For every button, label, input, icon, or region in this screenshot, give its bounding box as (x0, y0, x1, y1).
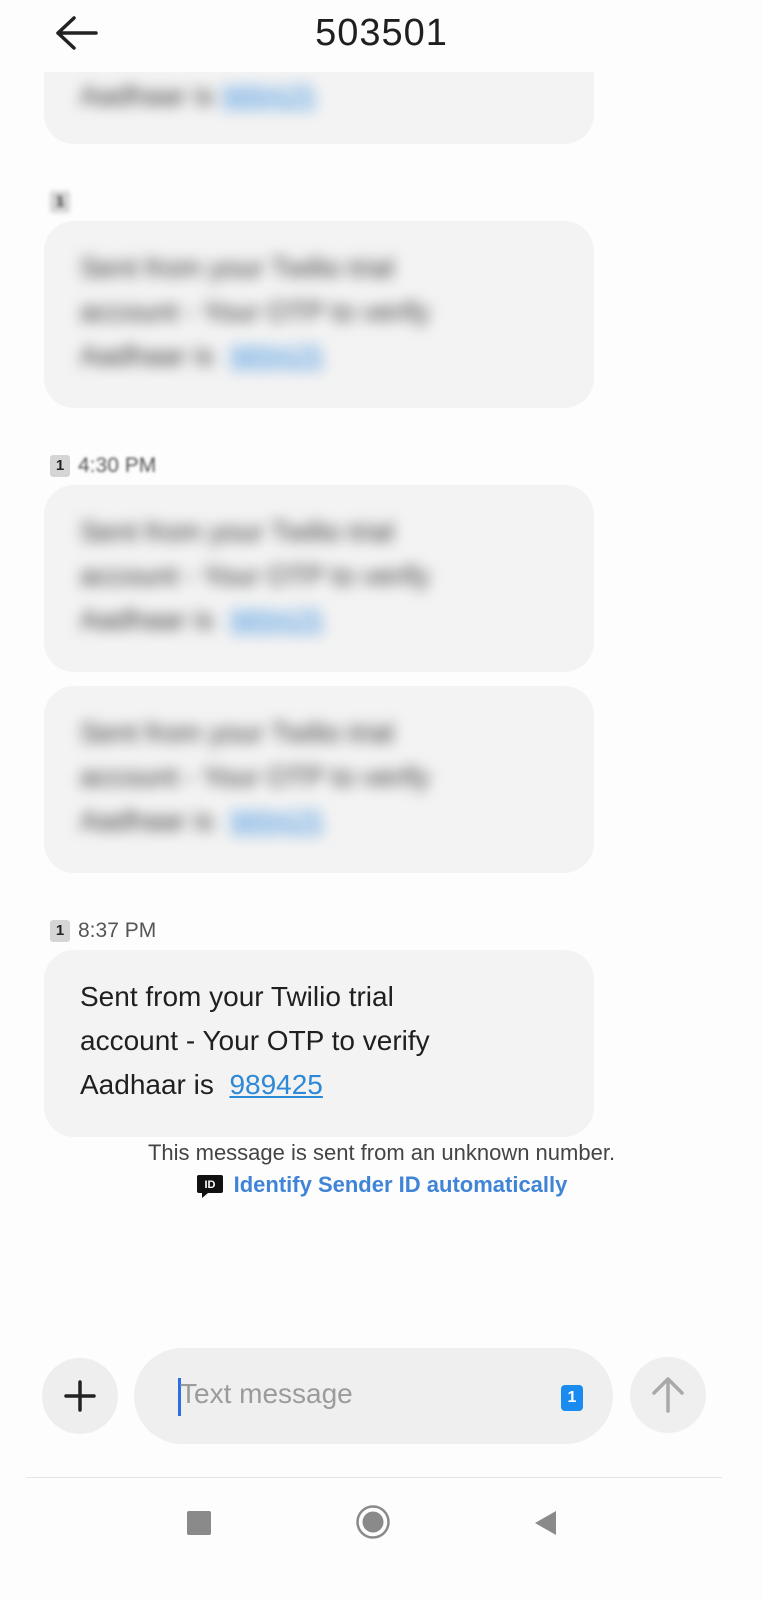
message-bubble[interactable]: Sent from your Twilio trial account - Yo… (44, 686, 594, 873)
message-time: 8:37 PM (78, 919, 157, 942)
app-header: 503501 (0, 0, 763, 72)
attach-button[interactable] (42, 1358, 118, 1434)
triangle-back-icon[interactable] (532, 1509, 558, 1537)
message-text: Sent from your Twilio trial account - Yo… (80, 686, 558, 843)
otp-link[interactable]: 989425 (229, 1069, 322, 1100)
message-meta: 1 (50, 190, 70, 214)
identify-sender-label: Identify Sender ID automatically (233, 1172, 568, 1197)
message-line: Sent from your Twilio trial (80, 981, 394, 1012)
message-line: Sent from your Twilio trial (80, 252, 394, 283)
message-time: 4:30 PM (78, 454, 157, 477)
message-line: Aadhaar is (80, 805, 214, 836)
message-line: Sent from your Twilio trial (80, 717, 394, 748)
otp-link[interactable]: 989425 (229, 340, 322, 371)
message-meta: 1 4:30 PM (50, 454, 156, 478)
message-line: Aadhaar is (80, 80, 214, 111)
sim-badge: 1 (50, 455, 70, 477)
message-bubble[interactable]: Sent from your Twilio trial account - Yo… (44, 221, 594, 408)
conversation-title: 503501 (315, 12, 448, 54)
message-text: Sent from your Twilio trial account - Yo… (80, 221, 558, 378)
message-line: account - Your OTP to verify (80, 761, 430, 792)
identify-sender-link[interactable]: ID Identify Sender ID automatically (0, 1172, 763, 1199)
send-button[interactable] (630, 1357, 706, 1433)
id-badge-text: ID (204, 1179, 215, 1191)
otp-link[interactable]: 989425 (229, 604, 322, 635)
message-line: Aadhaar is (80, 340, 214, 371)
message-line: Aadhaar is (80, 1069, 214, 1100)
message-bubble[interactable]: Sent from your Twilio trial account - Yo… (44, 485, 594, 672)
message-line: Sent from your Twilio trial (80, 516, 394, 547)
message-input[interactable]: Text message 1 (134, 1348, 613, 1444)
message-text: Aadhaar is 989425 (80, 74, 315, 118)
otp-link[interactable]: 989425 (222, 80, 315, 111)
message-text: Sent from your Twilio trial account - Yo… (80, 950, 558, 1107)
message-line: Aadhaar is (80, 604, 214, 635)
nav-divider (26, 1477, 722, 1478)
sim-select-button[interactable]: 1 (561, 1385, 583, 1411)
message-line: account - Your OTP to verify (80, 1025, 430, 1056)
plus-icon (64, 1380, 96, 1412)
message-line: account - Your OTP to verify (80, 560, 430, 591)
message-text: Sent from your Twilio trial account - Yo… (80, 485, 558, 642)
message-meta: 1 8:37 PM (50, 919, 156, 943)
message-input-placeholder: Text message (180, 1378, 353, 1409)
unknown-number-notice: This message is sent from an unknown num… (147, 1140, 616, 1165)
sim-badge: 1 (50, 920, 70, 942)
message-bubble[interactable]: Sent from your Twilio trial account - Yo… (44, 950, 594, 1137)
send-arrow-up-icon (652, 1377, 684, 1413)
id-badge-icon: ID (196, 1175, 223, 1199)
otp-link[interactable]: 989425 (229, 805, 322, 836)
circle-home-icon[interactable] (355, 1504, 391, 1540)
message-line: account - Your OTP to verify (80, 296, 430, 327)
square-recents-icon[interactable] (187, 1511, 211, 1535)
sim-badge: 1 (50, 191, 70, 213)
